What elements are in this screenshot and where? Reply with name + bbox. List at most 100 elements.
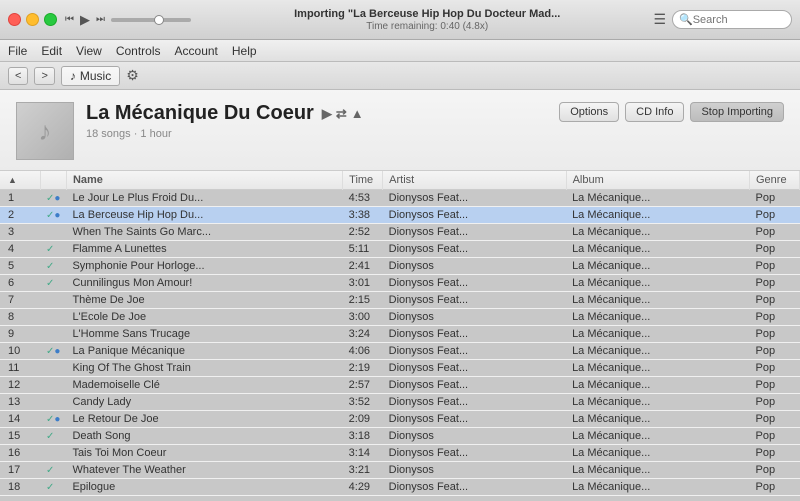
table-row[interactable]: 3 When The Saints Go Marc... 2:52 Dionys… bbox=[0, 224, 800, 241]
row-time: 2:09 bbox=[343, 411, 383, 428]
row-artist: Dionysos Feat... bbox=[383, 241, 566, 258]
menu-account[interactable]: Account bbox=[175, 44, 218, 58]
table-row[interactable]: 5 ✓ Symphonie Pour Horloge... 2:41 Diony… bbox=[0, 258, 800, 275]
album-art: ♪ bbox=[16, 102, 74, 160]
progress-track[interactable] bbox=[111, 18, 191, 22]
row-status bbox=[40, 292, 66, 309]
table-row[interactable]: 16 Tais Toi Mon Coeur 3:14 Dionysos Feat… bbox=[0, 445, 800, 462]
col-album[interactable]: Album bbox=[566, 171, 749, 190]
row-name: King Of The Ghost Train bbox=[66, 360, 342, 377]
row-time: 3:18 bbox=[343, 428, 383, 445]
music-note-icon: ♪ bbox=[70, 69, 76, 83]
row-genre: Pop bbox=[750, 275, 800, 292]
fast-forward-button[interactable]: ⏭ bbox=[96, 14, 105, 25]
search-box: 🔍 bbox=[672, 10, 792, 29]
table-row[interactable]: 12 Mademoiselle Clé 2:57 Dionysos Feat..… bbox=[0, 377, 800, 394]
menu-view[interactable]: View bbox=[76, 44, 102, 58]
row-number: 18 bbox=[0, 479, 40, 496]
row-number: 11 bbox=[0, 360, 40, 377]
row-number: 3 bbox=[0, 224, 40, 241]
table-header-row: ▲ Name Time Artist Album Genre bbox=[0, 171, 800, 190]
menu-file[interactable]: File bbox=[8, 44, 27, 58]
options-button[interactable]: Options bbox=[559, 102, 619, 122]
title-bar: ⏮ ▶ ⏭ Importing "La Berceuse Hip Hop Du … bbox=[0, 0, 800, 40]
col-number[interactable]: ▲ bbox=[0, 171, 40, 190]
list-icon[interactable]: ☰ bbox=[653, 11, 666, 28]
row-genre: Pop bbox=[750, 326, 800, 343]
menu-help[interactable]: Help bbox=[232, 44, 257, 58]
row-genre: Pop bbox=[750, 462, 800, 479]
menu-controls[interactable]: Controls bbox=[116, 44, 161, 58]
row-genre: Pop bbox=[750, 377, 800, 394]
table-row[interactable]: 4 ✓ Flamme A Lunettes 5:11 Dionysos Feat… bbox=[0, 241, 800, 258]
row-album: La Mécanique... bbox=[566, 275, 749, 292]
row-number: 12 bbox=[0, 377, 40, 394]
menu-edit[interactable]: Edit bbox=[41, 44, 62, 58]
row-time: 2:52 bbox=[343, 224, 383, 241]
table-row[interactable]: 8 L'Ecole De Joe 3:00 Dionysos La Mécani… bbox=[0, 309, 800, 326]
cd-info-button[interactable]: CD Info bbox=[625, 102, 684, 122]
content-area: ♪ La Mécanique Du Coeur ▶ ⇄ ▲ 18 songs ·… bbox=[0, 90, 800, 501]
row-album: La Mécanique... bbox=[566, 479, 749, 496]
gear-icon[interactable]: ⚙ bbox=[126, 67, 139, 84]
sort-arrow: ▲ bbox=[8, 175, 17, 185]
row-album: La Mécanique... bbox=[566, 411, 749, 428]
row-time: 2:57 bbox=[343, 377, 383, 394]
table-row[interactable]: 1 ✓● Le Jour Le Plus Froid Du... 4:53 Di… bbox=[0, 190, 800, 207]
table-row[interactable]: 17 ✓ Whatever The Weather 3:21 Dionysos … bbox=[0, 462, 800, 479]
row-album: La Mécanique... bbox=[566, 462, 749, 479]
table-row[interactable]: 13 Candy Lady 3:52 Dionysos Feat... La M… bbox=[0, 394, 800, 411]
album-subtitle: 18 songs · 1 hour bbox=[86, 128, 559, 140]
table-row[interactable]: 14 ✓● Le Retour De Joe 2:09 Dionysos Fea… bbox=[0, 411, 800, 428]
col-status[interactable] bbox=[40, 171, 66, 190]
close-button[interactable] bbox=[8, 13, 21, 26]
row-status bbox=[40, 224, 66, 241]
col-name[interactable]: Name bbox=[66, 171, 342, 190]
table-row[interactable]: 18 ✓ Epilogue 4:29 Dionysos Feat... La M… bbox=[0, 479, 800, 496]
play-button[interactable]: ▶ bbox=[80, 12, 90, 28]
col-time[interactable]: Time bbox=[343, 171, 383, 190]
row-time: 3:21 bbox=[343, 462, 383, 479]
window-subtitle: Time remaining: 0:40 (4.8x) bbox=[366, 21, 488, 32]
row-name: Tais Toi Mon Coeur bbox=[66, 445, 342, 462]
shuffle-icon[interactable]: ⇄ bbox=[336, 106, 347, 122]
row-number: 10 bbox=[0, 343, 40, 360]
row-name: Whatever The Weather bbox=[66, 462, 342, 479]
maximize-button[interactable] bbox=[44, 13, 57, 26]
track-table: ▲ Name Time Artist Album Genre 1 ✓● Le J… bbox=[0, 171, 800, 496]
table-row[interactable]: 9 L'Homme Sans Trucage 3:24 Dionysos Fea… bbox=[0, 326, 800, 343]
row-genre: Pop bbox=[750, 411, 800, 428]
row-status: ✓● bbox=[40, 207, 66, 224]
minimize-button[interactable] bbox=[26, 13, 39, 26]
row-name: La Berceuse Hip Hop Du... bbox=[66, 207, 342, 224]
row-number: 15 bbox=[0, 428, 40, 445]
row-name: Epilogue bbox=[66, 479, 342, 496]
row-album: La Mécanique... bbox=[566, 343, 749, 360]
row-artist: Dionysos Feat... bbox=[383, 411, 566, 428]
upload-icon[interactable]: ▲ bbox=[351, 106, 364, 121]
back-button[interactable]: < bbox=[8, 67, 28, 85]
col-genre[interactable]: Genre bbox=[750, 171, 800, 190]
row-album: La Mécanique... bbox=[566, 207, 749, 224]
table-row[interactable]: 10 ✓● La Panique Mécanique 4:06 Dionysos… bbox=[0, 343, 800, 360]
table-row[interactable]: 2 ✓● La Berceuse Hip Hop Du... 3:38 Dion… bbox=[0, 207, 800, 224]
search-input[interactable] bbox=[693, 14, 783, 26]
row-status: ✓ bbox=[40, 479, 66, 496]
play-icon[interactable]: ▶ bbox=[322, 106, 332, 122]
stop-importing-button[interactable]: Stop Importing bbox=[690, 102, 784, 122]
row-artist: Dionysos Feat... bbox=[383, 275, 566, 292]
row-time: 3:01 bbox=[343, 275, 383, 292]
row-genre: Pop bbox=[750, 190, 800, 207]
rewind-button[interactable]: ⏮ bbox=[65, 14, 74, 25]
toolbar: < > ♪ Music ⚙ bbox=[0, 62, 800, 90]
table-row[interactable]: 7 Thème De Joe 2:15 Dionysos Feat... La … bbox=[0, 292, 800, 309]
row-name: Death Song bbox=[66, 428, 342, 445]
row-status bbox=[40, 309, 66, 326]
table-row[interactable]: 11 King Of The Ghost Train 2:19 Dionysos… bbox=[0, 360, 800, 377]
table-row[interactable]: 15 ✓ Death Song 3:18 Dionysos La Mécaniq… bbox=[0, 428, 800, 445]
row-album: La Mécanique... bbox=[566, 309, 749, 326]
table-row[interactable]: 6 ✓ Cunnilingus Mon Amour! 3:01 Dionysos… bbox=[0, 275, 800, 292]
col-artist[interactable]: Artist bbox=[383, 171, 566, 190]
forward-button[interactable]: > bbox=[34, 67, 54, 85]
track-list[interactable]: ▲ Name Time Artist Album Genre 1 ✓● Le J… bbox=[0, 171, 800, 501]
